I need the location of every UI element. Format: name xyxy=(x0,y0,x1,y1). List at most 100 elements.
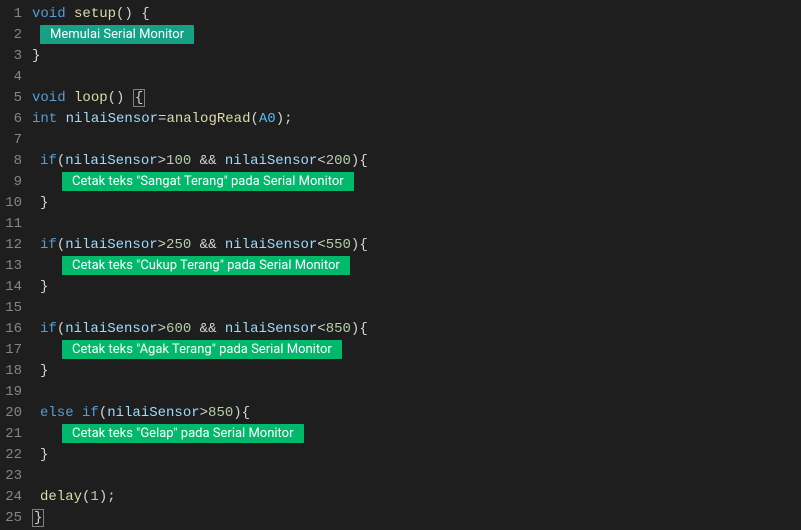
paren: ){ xyxy=(351,237,368,253)
code-block-placeholder[interactable]: Cetak teks "Cukup Terang" pada Serial Mo… xyxy=(62,256,350,275)
line-number: 20 xyxy=(4,403,22,424)
line-number: 25 xyxy=(4,508,22,529)
operator: && xyxy=(191,321,225,337)
paren: ){ xyxy=(351,321,368,337)
code-line[interactable]: if(nilaiSensor>250 && nilaiSensor<550){ xyxy=(30,235,801,256)
line-number: 13 xyxy=(4,256,22,277)
code-block-placeholder[interactable]: Memulai Serial Monitor xyxy=(40,25,194,44)
type-keyword: int xyxy=(32,111,57,127)
code-line[interactable] xyxy=(30,466,801,487)
operator: > xyxy=(158,321,166,337)
brace: } xyxy=(40,363,48,379)
code-block-placeholder[interactable]: Cetak teks "Agak Terang" pada Serial Mon… xyxy=(62,340,342,359)
code-line[interactable]: } xyxy=(30,46,801,67)
code-line[interactable]: Memulai Serial Monitor xyxy=(30,25,801,46)
keyword: if xyxy=(40,321,57,337)
line-number: 5 xyxy=(4,88,22,109)
paren: ( xyxy=(99,405,107,421)
keyword: void xyxy=(32,6,66,22)
operator: && xyxy=(191,153,225,169)
variable: nilaiSensor xyxy=(107,405,199,421)
code-line[interactable]: } xyxy=(30,508,801,529)
paren: ( xyxy=(250,111,258,127)
variable: nilaiSensor xyxy=(225,153,317,169)
paren: ( xyxy=(57,237,65,253)
code-line[interactable] xyxy=(30,67,801,88)
operator: < xyxy=(317,321,325,337)
code-line[interactable]: } xyxy=(30,277,801,298)
keyword: if xyxy=(40,237,57,253)
number: 200 xyxy=(326,153,351,169)
paren: ( xyxy=(57,321,65,337)
operator: > xyxy=(158,153,166,169)
code-block-placeholder[interactable]: Cetak teks "Gelap" pada Serial Monitor xyxy=(62,424,304,443)
code-line[interactable]: Cetak teks "Agak Terang" pada Serial Mon… xyxy=(30,340,801,361)
code-line[interactable]: int nilaiSensor=analogRead(A0); xyxy=(30,109,801,130)
code-text: () { xyxy=(116,6,150,22)
code-line[interactable] xyxy=(30,298,801,319)
line-number: 23 xyxy=(4,466,22,487)
code-line[interactable]: if(nilaiSensor>100 && nilaiSensor<200){ xyxy=(30,151,801,172)
line-number: 11 xyxy=(4,214,22,235)
line-number: 9 xyxy=(4,172,22,193)
variable: nilaiSensor xyxy=(65,153,157,169)
variable: nilaiSensor xyxy=(65,321,157,337)
line-number: 6 xyxy=(4,109,22,130)
brace: } xyxy=(40,279,48,295)
line-number: 15 xyxy=(4,298,22,319)
line-number: 3 xyxy=(4,46,22,67)
code-line[interactable] xyxy=(30,382,801,403)
function-name: setup xyxy=(74,6,116,22)
keyword: else if xyxy=(40,405,99,421)
line-number: 8 xyxy=(4,151,22,172)
code-line[interactable] xyxy=(30,214,801,235)
code-line[interactable]: void setup() { xyxy=(30,4,801,25)
code-line[interactable] xyxy=(30,130,801,151)
paren: ); xyxy=(99,489,116,505)
code-line[interactable]: if(nilaiSensor>600 && nilaiSensor<850){ xyxy=(30,319,801,340)
variable: nilaiSensor xyxy=(65,237,157,253)
paren: ); xyxy=(276,111,293,127)
paren: ){ xyxy=(233,405,250,421)
code-line[interactable]: else if(nilaiSensor>850){ xyxy=(30,403,801,424)
number: 250 xyxy=(166,237,191,253)
cursor-brace: } xyxy=(32,509,44,527)
operator: < xyxy=(317,153,325,169)
line-number: 12 xyxy=(4,235,22,256)
variable: nilaiSensor xyxy=(66,111,158,127)
code-line[interactable]: delay(1); xyxy=(30,487,801,508)
keyword: if xyxy=(40,153,57,169)
variable: nilaiSensor xyxy=(225,321,317,337)
function-name: loop xyxy=(74,90,108,106)
number: 850 xyxy=(208,405,233,421)
number: 1 xyxy=(90,489,98,505)
code-text: () xyxy=(108,90,133,106)
code-line[interactable]: Cetak teks "Cukup Terang" pada Serial Mo… xyxy=(30,256,801,277)
code-block-placeholder[interactable]: Cetak teks "Sangat Terang" pada Serial M… xyxy=(62,172,354,191)
code-line[interactable]: } xyxy=(30,361,801,382)
constant: A0 xyxy=(259,111,276,127)
cursor-brace: { xyxy=(133,89,145,107)
brace: } xyxy=(40,195,48,211)
brace: } xyxy=(32,48,40,64)
number: 600 xyxy=(166,321,191,337)
code-line[interactable]: } xyxy=(30,445,801,466)
code-line[interactable]: Cetak teks "Sangat Terang" pada Serial M… xyxy=(30,172,801,193)
code-line[interactable]: void loop() { xyxy=(30,88,801,109)
function-call: analogRead xyxy=(166,111,250,127)
operator: && xyxy=(191,237,225,253)
function-call: delay xyxy=(40,489,82,505)
operator: > xyxy=(200,405,208,421)
line-number-gutter: 1234567891011121314151617181920212223242… xyxy=(0,0,30,530)
code-line[interactable]: Cetak teks "Gelap" pada Serial Monitor xyxy=(30,424,801,445)
operator: > xyxy=(158,237,166,253)
line-number: 14 xyxy=(4,277,22,298)
code-editor[interactable]: void setup() { Memulai Serial Monitor } … xyxy=(30,0,801,530)
line-number: 24 xyxy=(4,487,22,508)
code-line[interactable]: } xyxy=(30,193,801,214)
number: 550 xyxy=(326,237,351,253)
line-number: 22 xyxy=(4,445,22,466)
line-number: 21 xyxy=(4,424,22,445)
line-number: 19 xyxy=(4,382,22,403)
number: 100 xyxy=(166,153,191,169)
